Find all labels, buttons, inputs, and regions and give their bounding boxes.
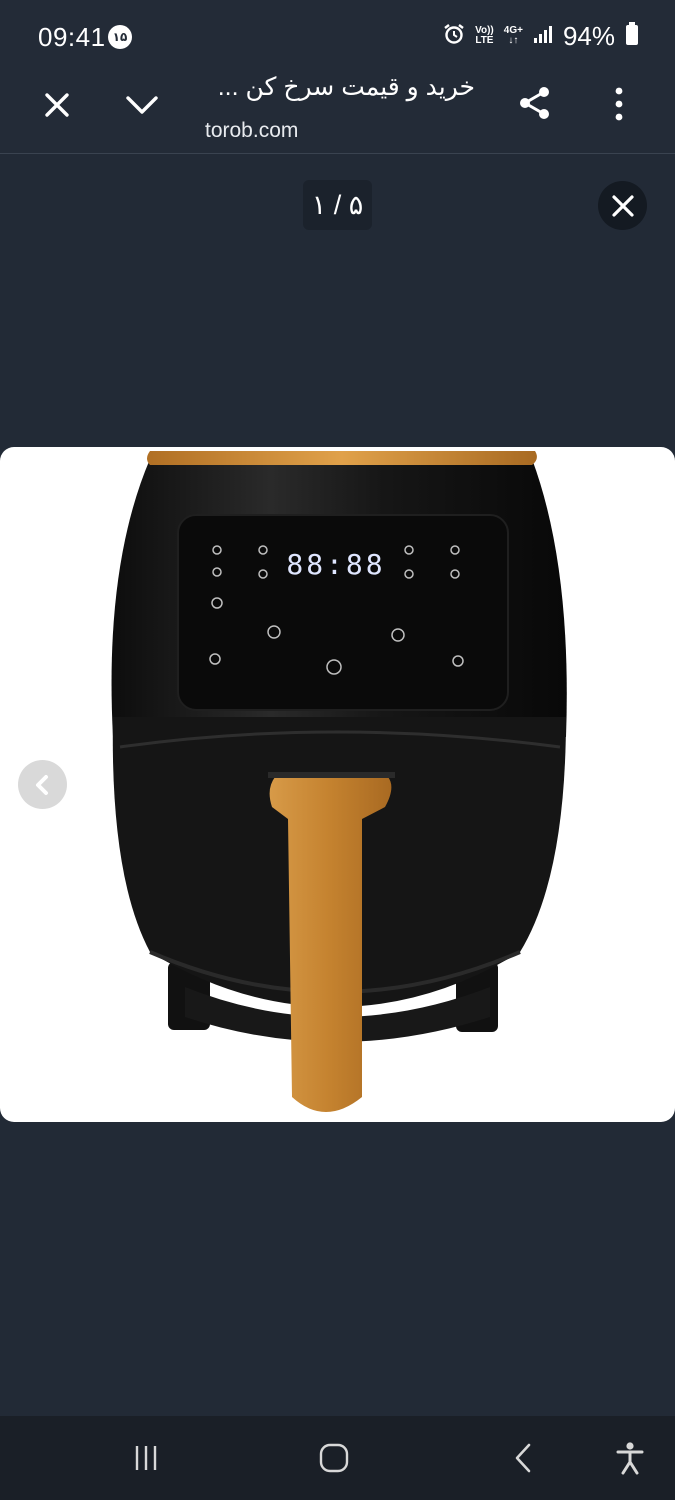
accessibility-icon[interactable] [610, 1438, 650, 1478]
chevron-left-icon [35, 774, 48, 795]
display-digits: 88:88 [286, 548, 385, 581]
home-icon[interactable] [314, 1438, 354, 1478]
page-title[interactable]: خرید و قیمت سرخ کن ... [205, 72, 475, 102]
volte-indicator: Vo)) LTE [475, 25, 494, 46]
chevron-down-icon[interactable] [120, 84, 164, 126]
status-bar: 09:41 ۱۵ Vo)) LTE 4G+ ↓↑ 94% [0, 0, 675, 72]
previous-image-button[interactable] [18, 760, 67, 809]
image-counter: ۱ / ۵ [303, 180, 372, 230]
system-navigation-bar [0, 1416, 675, 1500]
air-fryer-illustration: 88:88 [111, 451, 567, 1112]
product-image[interactable]: 88:88 [0, 447, 675, 1122]
recent-apps-icon[interactable] [126, 1438, 166, 1478]
alarm-icon [443, 23, 465, 50]
page-domain[interactable]: torob.com [205, 119, 298, 143]
close-icon [611, 194, 634, 217]
status-icons: Vo)) LTE 4G+ ↓↑ 94% [443, 20, 639, 52]
browser-toolbar: خرید و قیمت سرخ کن ... torob.com [0, 72, 675, 154]
status-time: 09:41 [38, 22, 106, 52]
battery-level: 94% [562, 20, 615, 51]
signal-icon [533, 24, 553, 49]
back-icon[interactable] [503, 1438, 543, 1478]
close-icon[interactable] [36, 84, 78, 126]
network-indicator: 4G+ ↓↑ [503, 25, 523, 46]
battery-icon [625, 21, 639, 51]
more-options-icon[interactable] [604, 84, 634, 124]
notification-badge: ۱۵ [108, 25, 132, 49]
viewer-close-button[interactable] [598, 181, 647, 230]
share-icon[interactable] [514, 82, 556, 124]
